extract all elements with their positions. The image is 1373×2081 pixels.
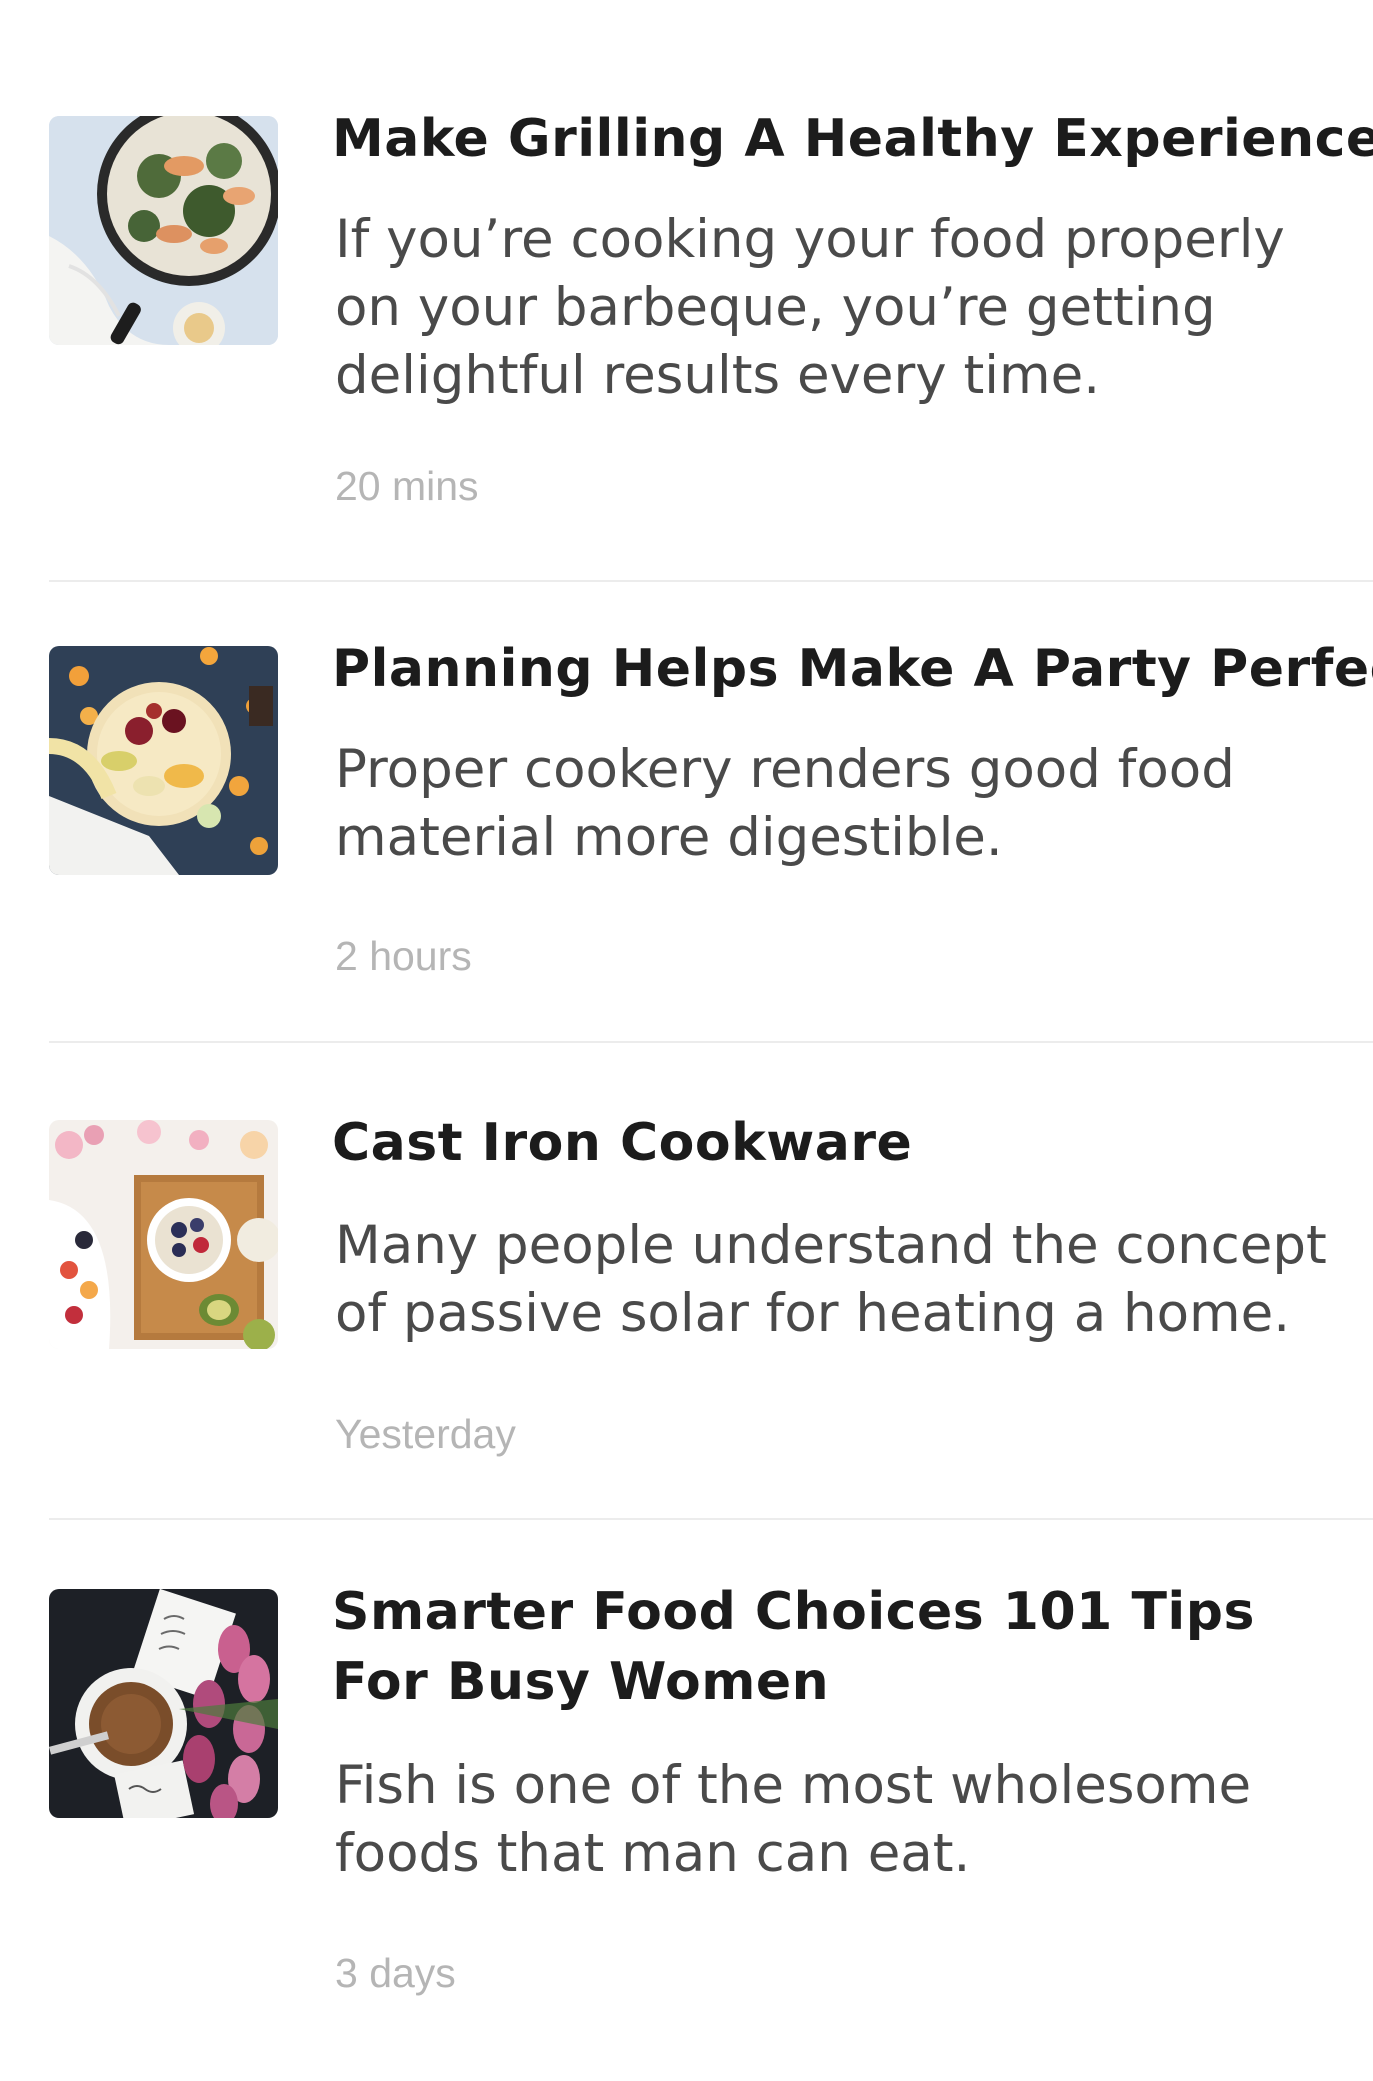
coffee-and-tulips-thumbnail[interactable] [49,1589,278,1818]
article-title[interactable]: Smarter Food Choices 101 Tips For Busy W… [332,1577,1362,1717]
article-excerpt: Many people understand the concept of pa… [335,1215,1327,1344]
article-item[interactable]: Cast Iron Cookware Many people understan… [0,1113,1373,1518]
article-excerpt: Fish is one of the most wholesome foods … [335,1755,1252,1884]
article-title[interactable]: Make Grilling A Healthy Experience [332,104,1373,174]
article-timestamp: 2 hours [335,933,472,979]
skillet-dish-thumbnail[interactable] [49,116,278,345]
article-item[interactable]: Planning Helps Make A Party Perfect Prop… [0,639,1373,1041]
article-timestamp: Yesterday [335,1411,516,1457]
article-item[interactable]: Smarter Food Choices 101 Tips For Busy W… [0,1582,1373,2029]
article-timestamp: 3 days [335,1950,456,1996]
article-timestamp: 20 mins [335,463,479,509]
list-divider [49,1041,1373,1043]
list-divider [49,580,1373,582]
article-item[interactable]: Make Grilling A Healthy Experience If yo… [0,109,1373,580]
fruit-bowl-thumbnail[interactable] [49,646,278,875]
article-title[interactable]: Cast Iron Cookware [332,1108,1362,1178]
list-divider [49,1518,1373,1520]
breakfast-board-thumbnail[interactable] [49,1120,278,1349]
article-excerpt: Proper cookery renders good food materia… [335,739,1235,868]
article-title[interactable]: Planning Helps Make A Party Perfect [332,634,1373,704]
article-excerpt: If you’re cooking your food properly on … [335,209,1285,406]
article-feed: Make Grilling A Healthy Experience If yo… [0,0,1373,2081]
